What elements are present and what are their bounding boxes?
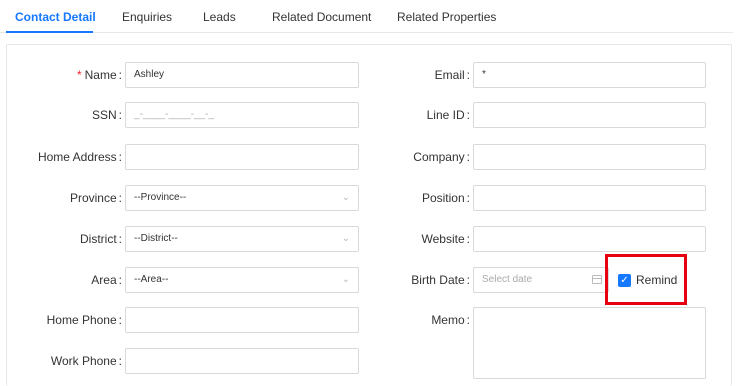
district-value: --District-- — [134, 233, 178, 244]
email-input[interactable]: * — [473, 62, 706, 88]
birth-date-label: Birth Date: — [411, 273, 470, 287]
province-select[interactable]: --Province-- ⌄ — [125, 185, 359, 211]
calendar-icon — [592, 275, 602, 284]
email-label: Email: — [434, 68, 470, 82]
home-phone-label: Home Phone: — [46, 313, 122, 327]
home-address-input[interactable] — [125, 144, 359, 170]
ssn-label: SSN: — [91, 108, 122, 122]
website-label: Website: — [421, 232, 470, 246]
memo-label: Memo: — [431, 313, 470, 327]
tab-related-document[interactable]: Related Document — [272, 10, 371, 24]
province-value: --Province-- — [134, 192, 187, 203]
company-label: Company: — [413, 150, 470, 164]
name-value: Ashley — [134, 69, 165, 80]
position-label: Position: — [421, 191, 470, 205]
tab-related-properties[interactable]: Related Properties — [397, 10, 496, 24]
website-input[interactable] — [473, 226, 706, 252]
company-input[interactable] — [473, 144, 706, 170]
province-label: Province: — [69, 191, 122, 205]
remind-label: Remind — [636, 273, 678, 287]
line-id-label: Line ID: — [426, 108, 470, 122]
remind-checkbox[interactable]: ✓ — [618, 274, 631, 287]
memo-textarea[interactable] — [473, 307, 706, 379]
tab-leads[interactable]: Leads — [203, 10, 236, 24]
area-label: Area: — [91, 273, 122, 287]
home-address-label: Home Address: — [37, 150, 122, 164]
home-phone-input[interactable] — [125, 307, 359, 333]
name-input[interactable]: Ashley — [125, 62, 359, 88]
area-select[interactable]: --Area-- ⌄ — [125, 267, 359, 293]
line-id-input[interactable] — [473, 102, 706, 128]
area-value: --Area-- — [134, 274, 169, 285]
email-value: * — [482, 69, 486, 80]
district-select[interactable]: --District-- ⌄ — [125, 226, 359, 252]
ssn-input[interactable]: _-____-____-__-_ — [125, 102, 359, 128]
tab-contact-detail[interactable]: Contact Detail — [15, 10, 96, 24]
chevron-down-icon: ⌄ — [341, 274, 350, 285]
tab-enquiries[interactable]: Enquiries — [122, 10, 172, 24]
birth-date-picker[interactable]: Select date — [473, 267, 609, 293]
tab-bar: Contact Detail Enquiries Leads Related D… — [0, 0, 733, 33]
active-tab-indicator — [6, 31, 93, 33]
birth-date-placeholder: Select date — [482, 274, 533, 285]
ssn-placeholder: _-____-____-__-_ — [134, 109, 215, 120]
chevron-down-icon: ⌄ — [341, 192, 350, 203]
chevron-down-icon: ⌄ — [341, 233, 350, 244]
work-phone-label: Work Phone: — [50, 354, 122, 368]
work-phone-input[interactable] — [125, 348, 359, 374]
required-marker: * — [76, 68, 82, 82]
position-input[interactable] — [473, 185, 706, 211]
district-label: District: — [79, 232, 122, 246]
name-label: * Name: — [76, 68, 122, 82]
